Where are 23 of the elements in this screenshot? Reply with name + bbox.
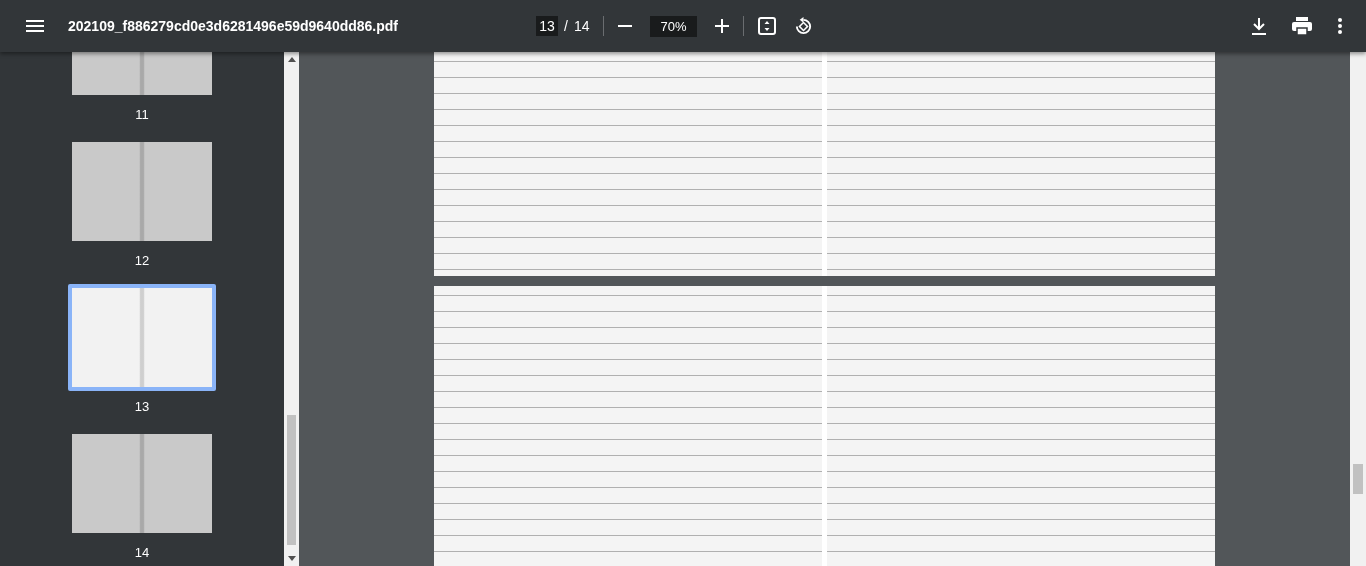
more-options-icon[interactable] [1338,18,1342,34]
page-total: 14 [573,18,590,34]
scroll-thumb[interactable] [287,415,296,545]
rotate-icon[interactable] [793,16,813,36]
page-label: 12 [134,253,150,268]
fit-page-icon[interactable] [757,17,776,35]
menu-icon[interactable] [26,20,44,32]
scrollbar[interactable] [284,52,299,566]
print-icon[interactable] [1292,17,1312,35]
page-label: 14 [134,545,150,560]
page-label: 13 [134,399,150,414]
document-title: 202109_f886279cd0e3d6281496e59d9640dd86.pdf [68,18,400,34]
zoom-field[interactable]: 70% [650,15,697,37]
page-separator: / [564,18,568,34]
scrollbar[interactable] [1350,52,1366,566]
scroll-up-icon[interactable] [287,57,296,62]
zoom-in-icon[interactable] [714,19,729,33]
scroll-down-icon[interactable] [287,556,296,561]
page-label: 11 [135,107,149,122]
page-thumbnail[interactable] [68,284,216,391]
scroll-thumb[interactable] [1353,464,1363,494]
download-icon[interactable] [1252,17,1266,35]
page-number-field[interactable]: 13 [536,16,558,36]
